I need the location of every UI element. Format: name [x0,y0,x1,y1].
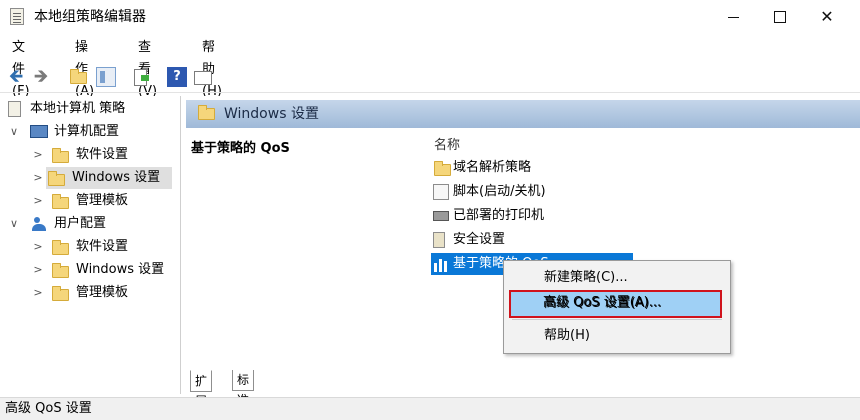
folder-icon [434,161,451,176]
chevron-right-icon[interactable]: > [32,190,44,212]
user-config-icon [32,217,48,231]
window-title: 本地组策略编辑器 [34,9,146,25]
status-text: 高级 QoS 设置 [5,401,92,416]
printer-icon [433,211,449,221]
toolbar-divider [0,92,860,93]
menu-item-advanced-qos[interactable]: 高级 QoS 设置(A)... [504,291,730,317]
chevron-right-icon[interactable]: > [32,282,44,304]
tree-label: 管理模板 [76,193,129,208]
content-header: Windows 设置 [186,100,860,128]
policy-editor-icon [10,8,24,25]
maximize-button[interactable] [757,0,803,34]
security-settings-icon [433,232,445,248]
computer-icon [30,125,48,138]
chevron-right-icon[interactable]: > [32,144,44,166]
chevron-right-icon[interactable]: > [32,167,44,189]
folder-icon [52,148,69,163]
tree-panel: 本地计算机 策略 ∨ 计算机配置 > 软件设置 > Windows 设置 > 管… [2,96,181,394]
tree-label: 管理模板 [76,285,129,300]
tab-extended[interactable]: 扩展 [190,370,213,408]
policy-document-icon [8,101,21,117]
back-arrow-icon[interactable]: 🡸 [6,67,26,87]
status-bar: 高级 QoS 设置 [0,397,860,420]
menu-item-new-policy[interactable]: 新建策略(C)... [504,265,730,291]
menu-item-help[interactable]: 帮助(H) [504,323,730,349]
close-button[interactable]: ✕ [804,0,850,34]
script-icon [433,184,449,200]
tree-label-user-config: 用户配置 [54,216,107,231]
title-bar: 本地组策略编辑器 ✕ [0,0,860,34]
tree-item-windows-settings[interactable]: > Windows 设置 [33,167,172,189]
chevron-down-icon[interactable]: ∨ [8,121,20,143]
content-header-title: Windows 设置 [224,106,319,122]
column-header-name[interactable]: 名称 [434,134,460,153]
tree-label: Windows 设置 [72,170,161,185]
context-menu: 新建策略(C)... 高级 QoS 设置(A)... 帮助(H) [503,260,731,354]
export-list-icon[interactable] [131,67,151,87]
chevron-right-icon[interactable]: > [32,259,44,281]
toolbar: 🡸 🡺 ? [0,64,860,90]
tree-label-root: 本地计算机 策略 [30,101,126,116]
up-folder-icon[interactable] [68,67,88,87]
forward-arrow-icon[interactable]: 🡺 [31,67,51,87]
chevron-down-icon[interactable]: ∨ [8,213,20,235]
folder-icon [52,263,69,278]
qos-bar-chart-icon [433,256,449,272]
show-hide-tree-icon[interactable] [96,67,116,87]
folder-icon [52,286,69,301]
properties-icon[interactable] [192,67,212,87]
chevron-right-icon[interactable]: > [32,236,44,258]
folder-icon [198,105,215,120]
tree-label: Windows 设置 [76,262,165,277]
tree-label-computer-config: 计算机配置 [54,124,120,139]
menu-divider [512,319,722,320]
minimize-button[interactable] [711,0,757,34]
folder-icon [52,194,69,209]
folder-icon [52,240,69,255]
description-title: 基于策略的 QoS [191,141,290,156]
tree-label: 软件设置 [76,239,129,254]
tree-label: 软件设置 [76,147,129,162]
folder-icon [48,171,65,186]
tab-standard[interactable]: 标准 [232,370,255,407]
help-icon[interactable]: ? [167,67,187,87]
